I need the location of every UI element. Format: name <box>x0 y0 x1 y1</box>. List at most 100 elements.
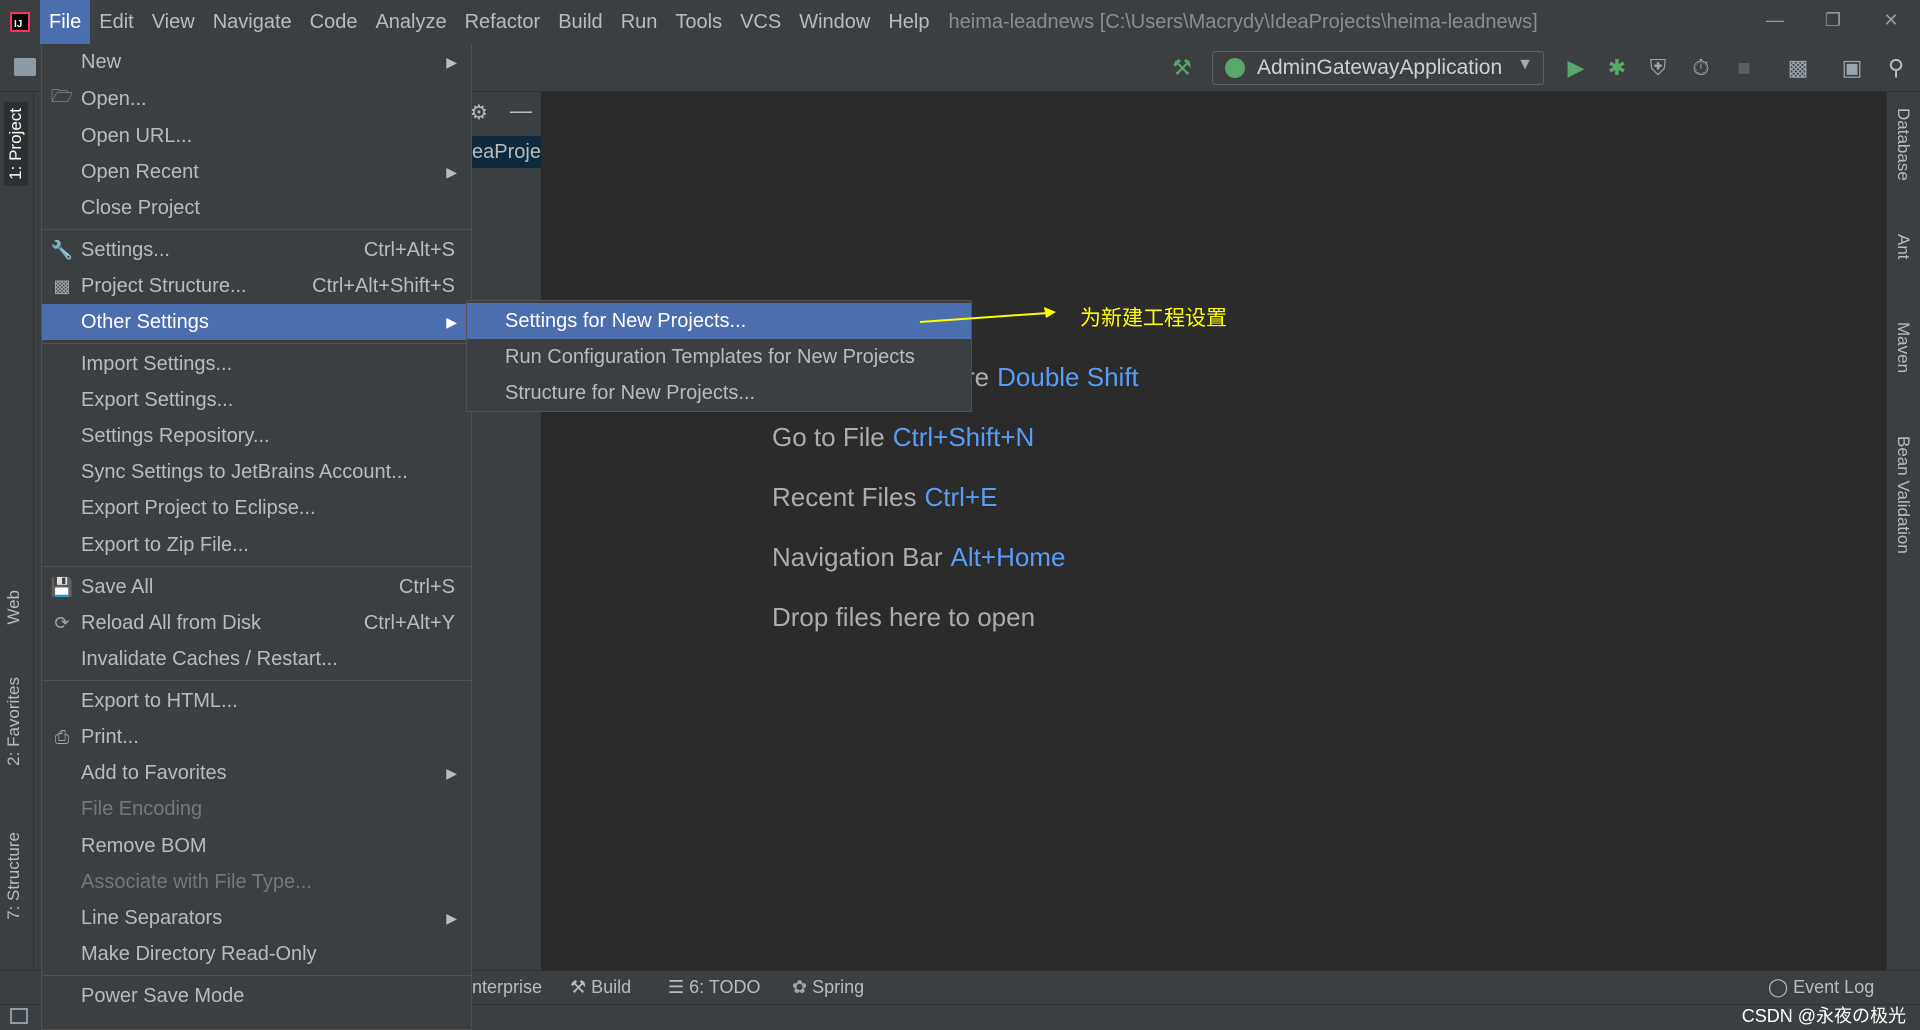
menu-item-label: Make Directory Read-Only <box>81 942 317 965</box>
menu-item-power-save[interactable]: Power Save Mode <box>42 978 471 1014</box>
submenu-item-settings-new-projects[interactable]: Settings for New Projects... <box>467 303 971 339</box>
menu-window[interactable]: Window <box>790 0 879 44</box>
coverage-icon[interactable]: ⛨ <box>1644 54 1672 82</box>
hint-label: Recent Files <box>772 482 917 512</box>
hint-label: Navigation Bar <box>772 542 943 572</box>
menu-file[interactable]: File <box>40 0 91 44</box>
tab-web[interactable]: Web <box>4 590 24 625</box>
tab-bean-validation[interactable]: Bean Validation <box>1893 436 1913 554</box>
menu-item-label: Sync Settings to JetBrains Account... <box>81 460 408 483</box>
other-settings-submenu: Settings for New Projects... Run Configu… <box>466 300 972 412</box>
toggle-tool-windows-icon[interactable] <box>10 1008 28 1024</box>
close-icon[interactable]: ✕ <box>1862 0 1920 40</box>
menu-build[interactable]: Build <box>549 0 611 44</box>
tab-database[interactable]: Database <box>1893 108 1913 181</box>
tab-todo-label: 6: TODO <box>689 977 761 997</box>
hint-drop-files: Drop files here to open <box>772 602 1036 632</box>
menu-navigate[interactable]: Navigate <box>204 0 301 44</box>
file-menu-dropdown: New ▶ 🗁 Open... Open URL... Open Recent ▶ C… <box>41 44 472 1030</box>
terminal-icon[interactable]: ▣ <box>1838 54 1866 82</box>
minimize-icon[interactable]: — <box>1746 0 1804 40</box>
tab-spring[interactable]: ✿ Spring <box>792 977 864 998</box>
menu-item-settings[interactable]: 🔧 Settings... Ctrl+Alt+S <box>42 232 471 268</box>
build-hammer-icon[interactable]: ⚒ <box>1168 54 1196 82</box>
tab-build[interactable]: ⚒ Build <box>570 977 631 998</box>
menu-item-export-settings[interactable]: Export Settings... <box>42 382 471 418</box>
profile-icon[interactable]: ⏱ <box>1687 54 1715 82</box>
search-icon[interactable]: ⚲ <box>1882 54 1910 82</box>
menu-item-print[interactable]: ⎙ Print... <box>42 719 471 755</box>
menu-item-remove-bom[interactable]: Remove BOM <box>42 828 471 864</box>
menu-separator <box>42 229 471 230</box>
submenu-arrow-icon: ▶ <box>446 163 457 180</box>
tab-java-enterprise[interactable]: nterprise <box>472 977 542 998</box>
right-tool-stripe: Database Ant Maven Bean Validation <box>1886 92 1920 970</box>
gear-icon[interactable]: ⚙ <box>470 100 488 125</box>
menu-tools[interactable]: Tools <box>666 0 731 44</box>
menu-item-open-url[interactable]: Open URL... <box>42 118 471 154</box>
menu-edit[interactable]: Edit <box>90 0 142 44</box>
run-icon[interactable]: ▶ <box>1562 54 1590 82</box>
menu-item-reload[interactable]: ⟳ Reload All from Disk Ctrl+Alt+Y <box>42 605 471 641</box>
submenu-arrow-icon: ▶ <box>446 53 457 70</box>
event-log-button[interactable]: ◯ Event Log <box>1768 977 1874 998</box>
menu-item-label: Save All <box>81 575 154 598</box>
open-folder-icon[interactable] <box>14 58 36 76</box>
menu-item-open[interactable]: 🗁 Open... <box>42 81 471 117</box>
menu-help[interactable]: Help <box>879 0 938 44</box>
menu-item-label: Export to Zip File... <box>81 533 249 556</box>
menu-view[interactable]: View <box>143 0 204 44</box>
menu-vcs[interactable]: VCS <box>731 0 790 44</box>
menu-item-label: Import Settings... <box>81 352 233 375</box>
menu-item-label: Invalidate Caches / Restart... <box>81 647 338 670</box>
tab-build-label: Build <box>591 977 632 997</box>
menu-separator <box>42 975 471 976</box>
save-icon: 💾 <box>50 576 74 597</box>
tab-ant[interactable]: Ant <box>1893 234 1913 260</box>
debug-icon[interactable]: ✱ <box>1603 54 1631 82</box>
menu-item-save-all[interactable]: 💾 Save All Ctrl+S <box>42 569 471 605</box>
menu-item-sync-settings[interactable]: Sync Settings to JetBrains Account... <box>42 454 471 490</box>
menu-item-other-settings[interactable]: Other Settings ▶ <box>42 304 471 340</box>
menu-item-label: Power Save Mode <box>81 984 245 1007</box>
submenu-item-run-config-templates[interactable]: Run Configuration Templates for New Proj… <box>467 339 971 375</box>
menu-item-export-zip[interactable]: Export to Zip File... <box>42 527 471 563</box>
menu-item-project-structure[interactable]: ▩ Project Structure... Ctrl+Alt+Shift+S <box>42 268 471 304</box>
project-structure-icon[interactable]: ▩ <box>1784 54 1812 82</box>
tab-maven[interactable]: Maven <box>1893 322 1913 373</box>
run-configuration-select[interactable]: AdminGatewayApplication ▼ <box>1212 51 1544 85</box>
menu-item-shortcut: Ctrl+Alt+S <box>363 238 455 261</box>
restore-icon[interactable]: ❐ <box>1804 0 1862 40</box>
tab-todo[interactable]: ☰ 6: TODO <box>668 977 761 998</box>
stop-icon[interactable]: ■ <box>1730 54 1758 82</box>
menu-item-invalidate-caches[interactable]: Invalidate Caches / Restart... <box>42 641 471 677</box>
menu-item-settings-repository[interactable]: Settings Repository... <box>42 418 471 454</box>
menu-item-add-favorites[interactable]: Add to Favorites ▶ <box>42 755 471 791</box>
project-structure-icon: ▩ <box>53 275 71 296</box>
menu-item-label: Print... <box>81 725 139 748</box>
menu-item-shortcut: Ctrl+Alt+Shift+S <box>312 274 455 297</box>
hide-pane-icon[interactable]: — <box>510 98 532 124</box>
folder-icon: 🗁 <box>50 86 74 106</box>
menu-item-export-eclipse[interactable]: Export Project to Eclipse... <box>42 490 471 526</box>
menu-refactor[interactable]: Refactor <box>456 0 550 44</box>
menu-item-line-separators[interactable]: Line Separators ▶ <box>42 900 471 936</box>
hint-shortcut: Alt+Home <box>950 542 1066 572</box>
menu-code[interactable]: Code <box>301 0 367 44</box>
menu-analyze[interactable]: Analyze <box>366 0 455 44</box>
menu-run[interactable]: Run <box>612 0 667 44</box>
submenu-item-structure-new-projects[interactable]: Structure for New Projects... <box>467 375 971 411</box>
menu-item-export-html[interactable]: Export to HTML... <box>42 683 471 719</box>
project-tree-row[interactable]: eaProje <box>470 136 541 168</box>
menu-item-close-project[interactable]: Close Project <box>42 190 471 226</box>
menu-item-open-recent[interactable]: Open Recent ▶ <box>42 154 471 190</box>
menu-item-file-encoding: File Encoding <box>42 791 471 827</box>
tab-structure[interactable]: 7: Structure <box>4 832 24 920</box>
menu-item-label: Open... <box>81 87 147 110</box>
tab-project[interactable]: 1: Project <box>4 102 28 186</box>
tab-favorites[interactable]: 2: Favorites <box>4 677 24 766</box>
menu-item-new[interactable]: New ▶ <box>42 44 471 80</box>
menu-item-make-readonly[interactable]: Make Directory Read-Only <box>42 936 471 972</box>
editor-empty-state: re Double Shift Go to File Ctrl+Shift+N Re… <box>541 92 1886 970</box>
menu-item-import-settings[interactable]: Import Settings... <box>42 346 471 382</box>
